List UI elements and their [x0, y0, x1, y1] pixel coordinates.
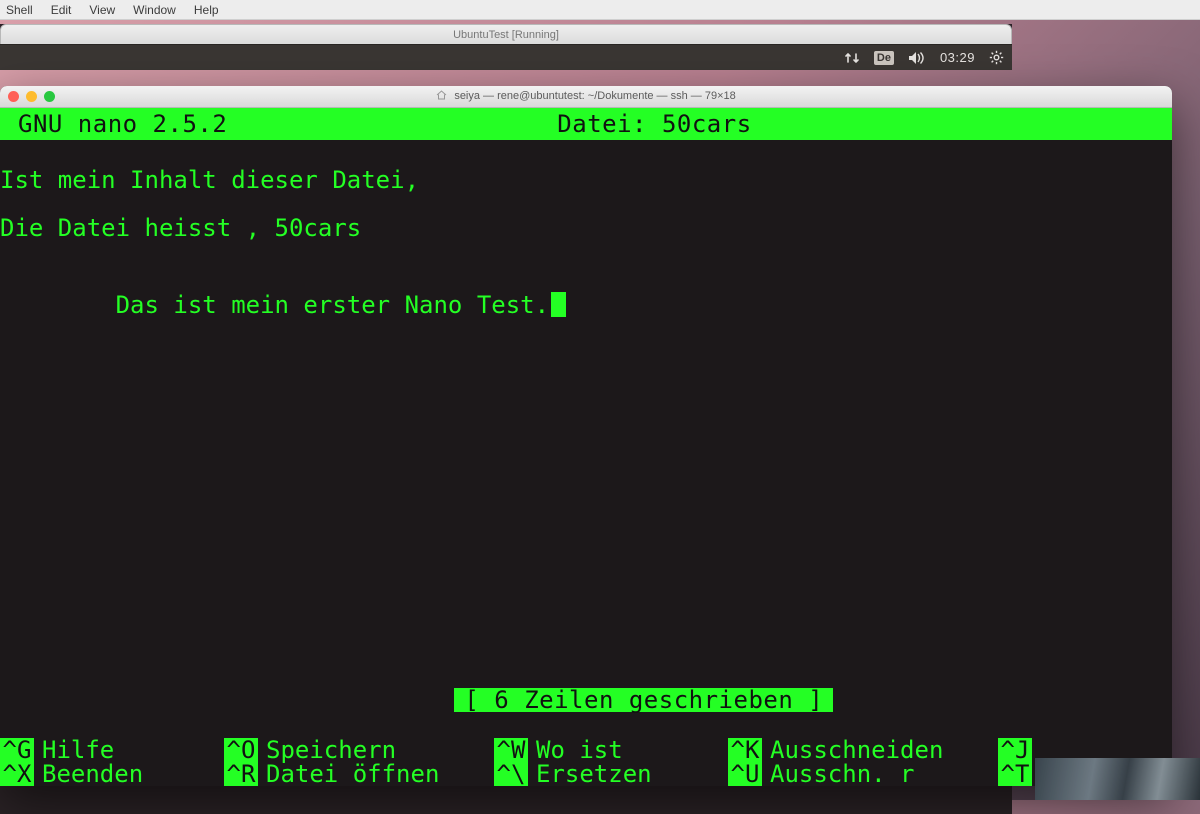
nano-text-area[interactable]: Ist mein Inhalt dieser Datei, Die Datei … — [0, 140, 1172, 341]
nano-status: [ 6 Zeilen geschrieben ] — [454, 688, 833, 712]
shortcut-key: ^W — [494, 738, 528, 762]
nano-file-label: Datei: 50cars — [557, 112, 751, 136]
home-icon — [436, 90, 447, 103]
shortcut-label: Speichern — [258, 738, 494, 762]
shortcut-key: ^J — [998, 738, 1032, 762]
terminal-title: seiya — rene@ubuntutest: ~/Dokumente — s… — [0, 90, 1172, 103]
editor-line[interactable]: Das ist mein erster Nano Test. — [0, 264, 1172, 341]
vm-titlebar: UbuntuTest [Running] — [0, 24, 1012, 44]
nano-app-name: GNU nano 2.5.2 — [18, 112, 227, 136]
nano-editor[interactable]: GNU nano 2.5.2 Datei: 50cars Ist mein In… — [0, 108, 1172, 786]
network-icon[interactable] — [844, 51, 860, 65]
zoom-icon[interactable] — [44, 91, 55, 102]
shortcut-key: ^G — [0, 738, 34, 762]
vm-window: UbuntuTest [Running] De 03:29 Dokumente — [0, 24, 1012, 70]
terminal-window[interactable]: seiya — rene@ubuntutest: ~/Dokumente — s… — [0, 86, 1172, 786]
shortcut-key: ^U — [728, 762, 762, 786]
shortcut-key: ^R — [224, 762, 258, 786]
desktop-wallpaper-peek — [1035, 758, 1200, 800]
shortcut-key: ^X — [0, 762, 34, 786]
terminal-titlebar[interactable]: seiya — rene@ubuntutest: ~/Dokumente — s… — [0, 86, 1172, 108]
menu-view[interactable]: View — [89, 3, 115, 17]
shortcut-row: ^X Beenden ^R Datei öffnen ^\ Ersetzen ^… — [0, 762, 1172, 786]
menu-edit[interactable]: Edit — [51, 3, 72, 17]
shortcut-label: Wo ist — [528, 738, 728, 762]
menu-help[interactable]: Help — [194, 3, 219, 17]
nano-footer: [ 6 Zeilen geschrieben ] ^G Hilfe ^O Spe… — [0, 664, 1172, 786]
close-icon[interactable] — [8, 91, 19, 102]
shortcut-key: ^K — [728, 738, 762, 762]
shortcut-label: Hilfe — [34, 738, 224, 762]
shortcut-row: ^G Hilfe ^O Speichern ^W Wo ist ^K Aussc… — [0, 738, 1172, 762]
minimize-icon[interactable] — [26, 91, 37, 102]
menu-window[interactable]: Window — [133, 3, 176, 17]
editor-line[interactable]: Ist mein Inhalt dieser Datei, — [0, 168, 1172, 192]
shortcut-label: Ausschneiden — [762, 738, 998, 762]
ubuntu-top-panel: De 03:29 — [0, 44, 1012, 70]
panel-clock[interactable]: 03:29 — [940, 50, 975, 65]
nano-header: GNU nano 2.5.2 Datei: 50cars — [0, 108, 1172, 140]
menu-shell[interactable]: Shell — [6, 3, 33, 17]
shortcut-label: Datei öffnen — [258, 762, 494, 786]
editor-line[interactable]: Die Datei heisst , 50cars — [0, 216, 1172, 240]
shortcut-label: Beenden — [34, 762, 224, 786]
text-cursor — [551, 292, 566, 317]
shortcut-label: Ausschn. r — [762, 762, 998, 786]
shortcut-key: ^T — [998, 762, 1032, 786]
host-menubar: Shell Edit View Window Help — [0, 0, 1200, 20]
gear-icon[interactable] — [989, 50, 1004, 65]
keyboard-layout-indicator[interactable]: De — [874, 51, 894, 65]
volume-icon[interactable] — [908, 51, 926, 65]
shortcut-key: ^O — [224, 738, 258, 762]
shortcut-label: Ersetzen — [528, 762, 728, 786]
shortcut-key: ^\ — [494, 762, 528, 786]
